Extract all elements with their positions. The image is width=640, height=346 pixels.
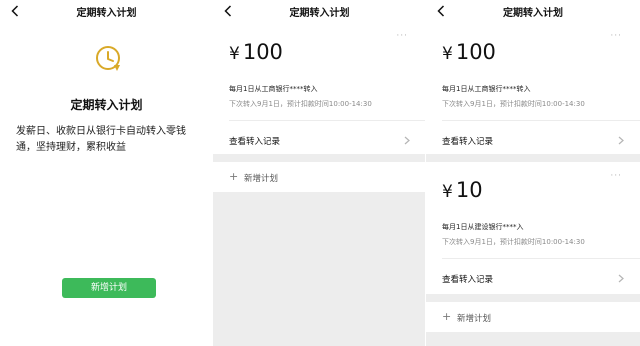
- clock-icon: [96, 46, 120, 71]
- currency-symbol: ¥: [229, 44, 240, 64]
- nav-bar: 定期转入计划: [213, 0, 426, 22]
- view-records-row[interactable]: 查看转入记录: [426, 265, 640, 293]
- add-plan-card: + 新增计划: [213, 162, 426, 192]
- view-records-label: 查看转入记录: [442, 137, 494, 147]
- add-plan-label: 新增计划: [457, 314, 492, 324]
- plan-next-transfer: 下次转入9月1日，预计扣款时间10:00-14:30: [442, 100, 585, 108]
- add-plan-row[interactable]: + 新增计划: [426, 302, 640, 332]
- add-plan-card: + 新增计划: [426, 302, 640, 332]
- intro-description: 发薪日、收款日从银行卡自动转入零钱通，坚持理财，累积收益: [16, 126, 186, 153]
- screen-intro: 定期转入计划 定期转入计划 发薪日、收款日从银行卡自动转入零钱通，坚持理财，累积…: [0, 0, 213, 346]
- plus-icon: +: [229, 170, 239, 183]
- plan-description: 每月1日从建设银行****入: [442, 223, 524, 231]
- page-title: 定期转入计划: [503, 8, 563, 19]
- plan-amount: ¥100: [229, 40, 283, 64]
- more-options-icon[interactable]: ···: [610, 32, 622, 41]
- more-options-icon[interactable]: ···: [396, 32, 408, 41]
- add-plan-button[interactable]: 新增计划: [62, 278, 156, 298]
- view-records-label: 查看转入记录: [229, 137, 281, 147]
- add-plan-row[interactable]: + 新增计划: [213, 162, 426, 192]
- currency-symbol: ¥: [442, 44, 453, 64]
- view-records-row[interactable]: 查看转入记录: [426, 127, 640, 155]
- chevron-right-icon: [618, 136, 624, 145]
- plus-icon: +: [442, 310, 452, 323]
- plan-card: ··· ¥10 每月1日从建设银行****入 下次转入9月1日，预计扣款时间10…: [426, 162, 640, 294]
- chevron-right-icon: [618, 274, 624, 283]
- chevron-right-icon: [404, 136, 410, 145]
- amount-value: 100: [455, 40, 496, 64]
- screen-single-plan: 定期转入计划 ··· ¥100 每月1日从工商银行****转入 下次转入9月1日…: [213, 0, 426, 346]
- divider: [442, 258, 640, 259]
- divider: [229, 120, 426, 121]
- plan-amount: ¥100: [442, 40, 496, 64]
- plan-next-transfer: 下次转入9月1日，预计扣款时间10:00-14:30: [229, 100, 372, 108]
- divider: [442, 120, 640, 121]
- amount-value: 100: [242, 40, 283, 64]
- page-title: 定期转入计划: [289, 8, 350, 19]
- plan-description: 每月1日从工商银行****转入: [229, 85, 318, 93]
- plan-description: 每月1日从工商银行****转入: [442, 85, 531, 93]
- view-records-label: 查看转入记录: [442, 275, 494, 285]
- plan-card: ··· ¥100 每月1日从工商银行****转入 下次转入9月1日，预计扣款时间…: [426, 22, 640, 154]
- add-plan-label: 新增计划: [244, 174, 279, 184]
- plan-card: ··· ¥100 每月1日从工商银行****转入 下次转入9月1日，预计扣款时间…: [213, 22, 426, 154]
- intro-title: 定期转入计划: [70, 98, 143, 112]
- view-records-row[interactable]: 查看转入记录: [213, 127, 426, 155]
- nav-bar: 定期转入计划: [0, 0, 213, 22]
- plan-amount: ¥10: [442, 178, 483, 202]
- plan-next-transfer: 下次转入9月1日，预计扣款时间10:00-14:30: [442, 238, 585, 246]
- currency-symbol: ¥: [442, 182, 453, 202]
- more-options-icon[interactable]: ···: [610, 172, 622, 181]
- page-title: 定期转入计划: [76, 8, 137, 19]
- amount-value: 10: [455, 178, 483, 202]
- nav-bar: 定期转入计划: [426, 0, 640, 22]
- screen-two-plans: 定期转入计划 ··· ¥100 每月1日从工商银行****转入 下次转入9月1日…: [426, 0, 640, 346]
